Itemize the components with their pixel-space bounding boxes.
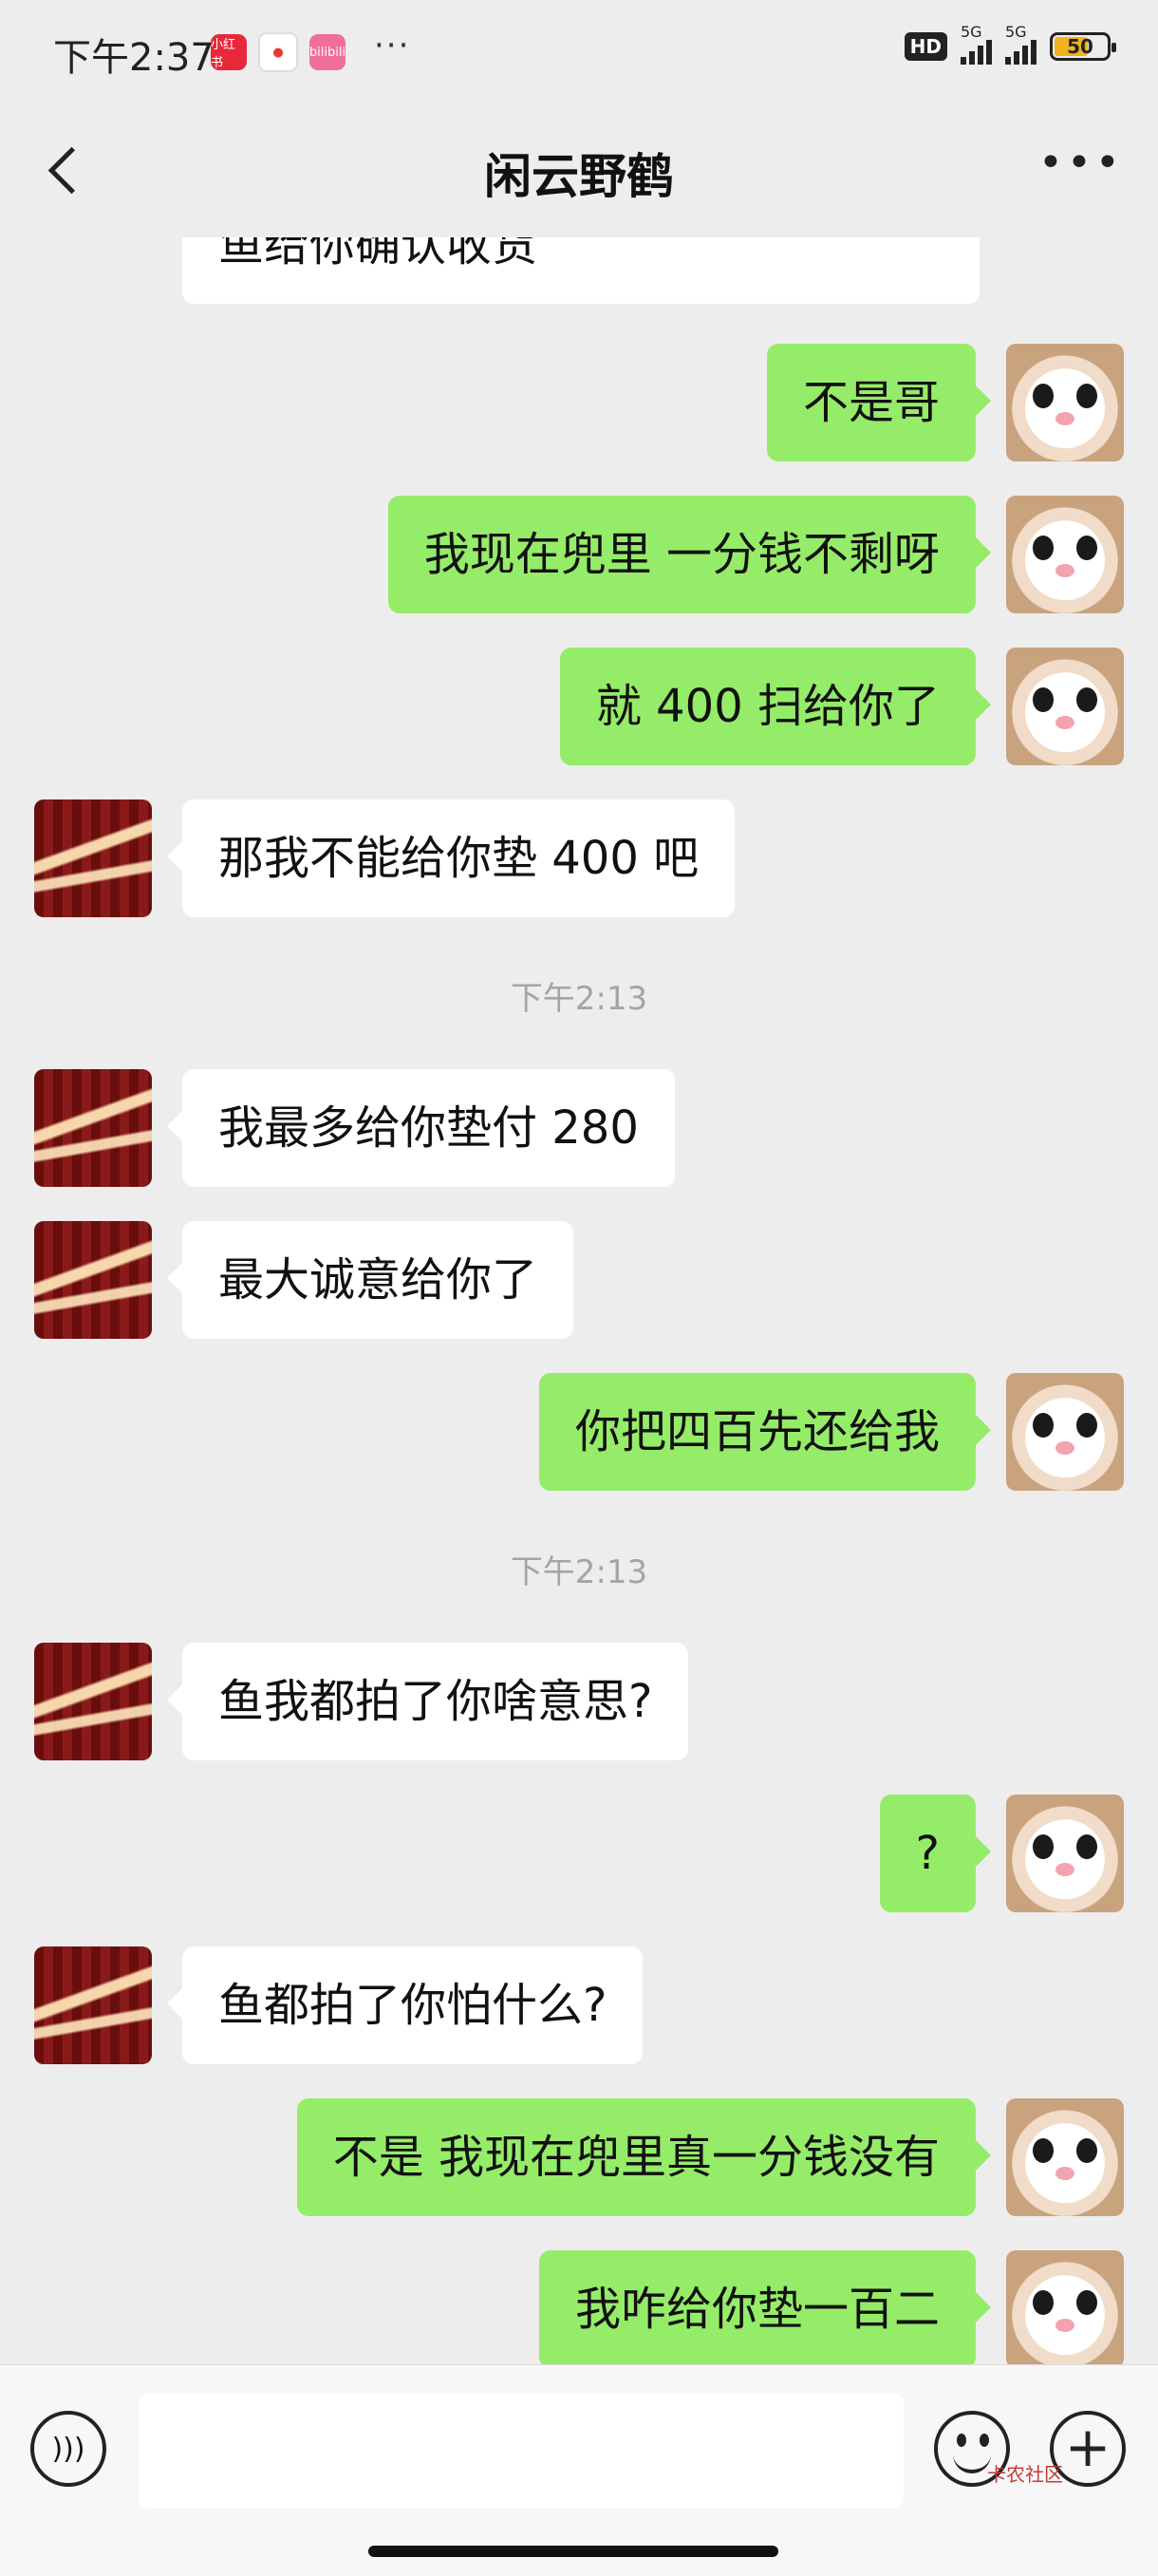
my-avatar[interactable] (1006, 2098, 1124, 2216)
status-bar: 下午2:37 小红书 ● bilibili ··· HD 5G 5G 50 (0, 0, 1158, 104)
status-time: 下午2:37 (53, 36, 215, 80)
signal-icon-2: 5G (1005, 23, 1037, 65)
my-avatar[interactable] (1006, 1795, 1124, 1912)
message-list[interactable]: 鱼给你确认收货 不是哥 我现在兜里 一分钱不剩呀 就 400 扫给你了 那我不能… (0, 237, 1158, 2364)
message-bubble-outgoing[interactable]: 我现在兜里 一分钱不剩呀 (387, 496, 992, 613)
message-timestamp: 下午2:13 (510, 980, 648, 1018)
contact-avatar[interactable] (34, 1643, 152, 1760)
message-bubble-outgoing[interactable]: 我咋给你垫一百二 (538, 2250, 992, 2364)
message-bubble-incoming[interactable]: 那我不能给你垫 400 吧 (166, 799, 736, 917)
chat-header: 闲云野鹤 ••• (0, 104, 1158, 237)
status-indicators: HD 5G 5G 50 (904, 23, 1116, 65)
contact-avatar[interactable] (34, 1221, 152, 1339)
message-bubble-incoming[interactable]: 鱼我都拍了你啥意思? (166, 1643, 689, 1760)
message-input[interactable] (139, 2394, 904, 2508)
my-avatar[interactable] (1006, 1373, 1124, 1491)
more-dots-icon[interactable]: ••• (1038, 142, 1120, 199)
contact-avatar[interactable] (34, 1069, 152, 1187)
watermark-logo: 卡农社区 (987, 2463, 1063, 2486)
voice-icon[interactable]: ))) (30, 2411, 106, 2487)
bilibili-icon: bilibili (309, 34, 346, 70)
my-avatar[interactable] (1006, 2250, 1124, 2364)
contact-avatar[interactable] (34, 799, 152, 917)
message-bubble-incoming[interactable]: 最大诚意给你了 (166, 1221, 574, 1339)
message-bubble-incoming[interactable]: 鱼都拍了你怕什么? (166, 1946, 644, 2064)
message-bubble-incoming[interactable]: 鱼给你确认收货 (182, 237, 980, 304)
xiaohongshu-icon: 小红书 (211, 34, 247, 70)
contact-avatar[interactable] (34, 1946, 152, 2064)
message-bubble-outgoing[interactable]: ? (879, 1795, 992, 1912)
input-bar: ))) + (0, 2364, 1158, 2576)
message-timestamp: 下午2:13 (510, 1553, 648, 1591)
chat-title: 闲云野鹤 (484, 149, 674, 204)
map-icon: ● (258, 32, 298, 72)
status-overflow: ··· (374, 27, 411, 65)
my-avatar[interactable] (1006, 496, 1124, 613)
home-indicator[interactable] (368, 2546, 778, 2557)
message-bubble-outgoing[interactable]: 不是哥 (766, 344, 992, 461)
my-avatar[interactable] (1006, 648, 1124, 765)
message-bubble-outgoing[interactable]: 你把四百先还给我 (538, 1373, 992, 1491)
message-bubble-outgoing[interactable]: 就 400 扫给你了 (559, 648, 992, 765)
battery-icon: 50 (1050, 32, 1116, 61)
status-app-icons: 小红书 ● bilibili ··· (211, 27, 410, 72)
message-bubble-incoming[interactable]: 我最多给你垫付 280 (167, 1069, 675, 1187)
signal-icon: 5G (961, 23, 992, 65)
message-bubble-outgoing[interactable]: 不是 我现在兜里真一分钱没有 (296, 2098, 992, 2216)
my-avatar[interactable] (1006, 344, 1124, 461)
hd-badge: HD (904, 32, 947, 61)
